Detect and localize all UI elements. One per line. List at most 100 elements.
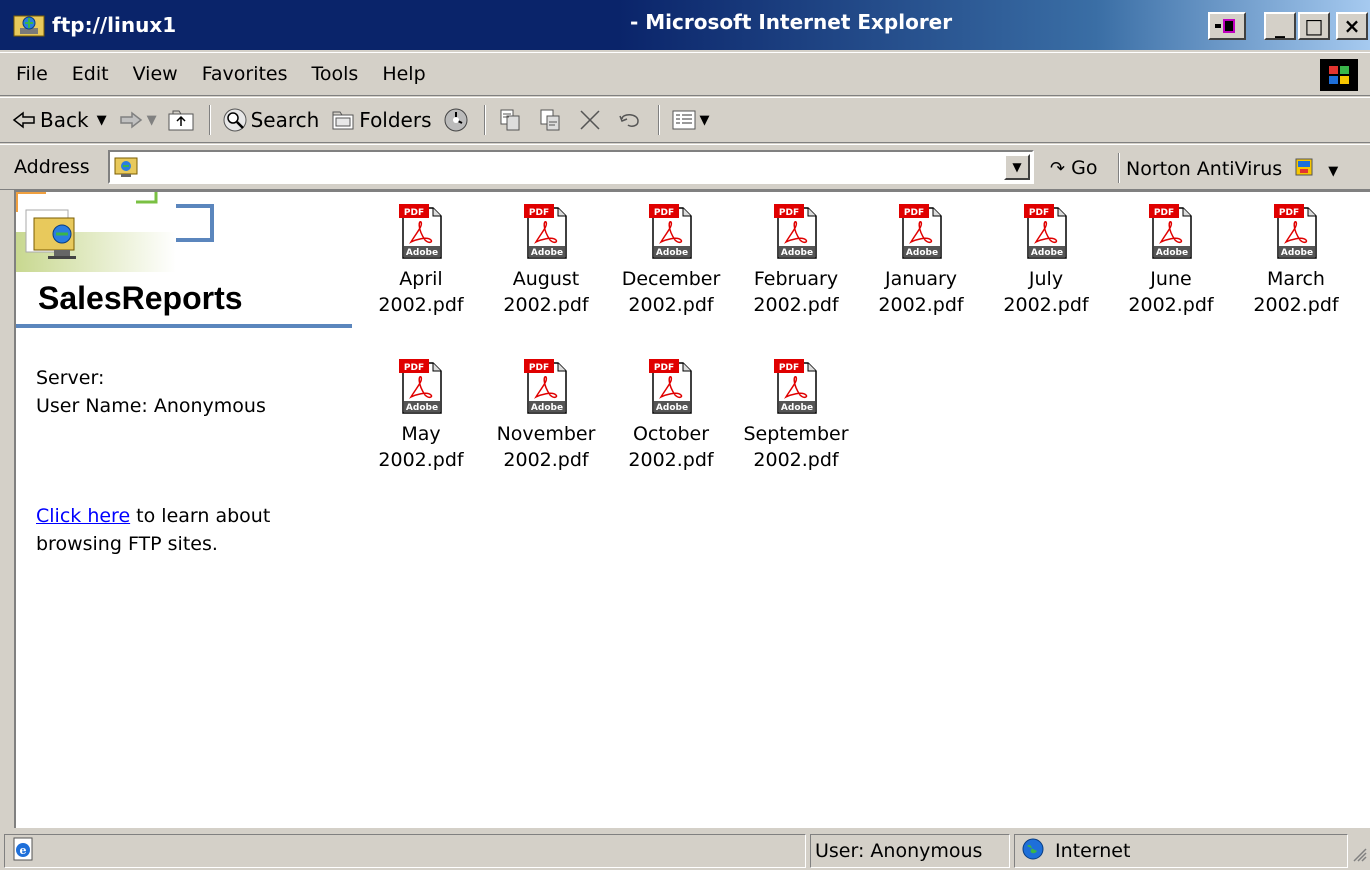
resize-grip-icon[interactable] — [1350, 845, 1368, 868]
file-name-line1: April — [399, 268, 443, 290]
toolbar-separator — [657, 105, 660, 135]
toolbar-separator — [208, 105, 211, 135]
pdf-badge-text: PDF — [404, 363, 424, 373]
move-to-button[interactable] — [496, 107, 526, 133]
forward-dropdown-icon[interactable]: ▼ — [147, 113, 157, 128]
file-name-line1: September — [743, 423, 849, 445]
history-button[interactable] — [442, 107, 472, 133]
status-zone-panel: Internet — [1014, 834, 1348, 868]
pdf-brand-text: Adobe — [406, 403, 438, 413]
file-name-line1: November — [496, 423, 596, 445]
file-item[interactable]: PDF Adobe January 2002.pdf — [866, 192, 976, 318]
connection-info: Server: User Name: Anonymous — [36, 364, 266, 420]
pdf-badge-text: PDF — [1029, 208, 1049, 218]
back-button[interactable]: Back ▼ — [10, 107, 107, 133]
back-label: Back — [40, 108, 89, 132]
file-item[interactable]: PDF Adobe February 2002.pdf — [741, 192, 851, 318]
folder-title: SalesReports — [38, 280, 243, 316]
pdf-brand-text: Adobe — [1156, 248, 1188, 258]
internet-globe-icon — [1021, 837, 1045, 866]
back-dropdown-icon[interactable]: ▼ — [97, 113, 107, 128]
pdf-badge-text: PDF — [904, 208, 924, 218]
pdf-brand-text: Adobe — [531, 403, 563, 413]
folders-button[interactable]: Folders — [329, 107, 432, 133]
menu-favorites[interactable]: Favorites — [202, 63, 288, 85]
file-name-line1: June — [1150, 268, 1192, 290]
windows-logo-icon — [1320, 59, 1358, 91]
maximize-icon: □ — [1304, 14, 1324, 38]
move-to-icon — [496, 107, 524, 133]
menu-view[interactable]: View — [133, 63, 178, 85]
file-name-line2: 2002.pdf — [1128, 294, 1214, 316]
banner-underline — [16, 324, 352, 328]
search-button[interactable]: Search — [221, 107, 320, 133]
ie-page-icon: e — [11, 836, 37, 867]
pdf-brand-text: Adobe — [406, 248, 438, 258]
norton-dropdown-icon[interactable]: ▼ — [1328, 164, 1338, 179]
menu-tools[interactable]: Tools — [312, 63, 359, 85]
search-label: Search — [250, 108, 320, 132]
file-item[interactable]: PDF Adobe December 2002.pdf — [616, 192, 726, 318]
help-link[interactable]: Click here — [36, 505, 130, 527]
file-name-line1: July — [1028, 268, 1064, 290]
status-user-panel: User: Anonymous — [810, 834, 1010, 868]
forward-button[interactable]: ▼ — [117, 107, 157, 133]
chevron-down-icon: ▼ — [1012, 160, 1022, 174]
file-item[interactable]: PDF Adobe October 2002.pdf — [616, 347, 726, 473]
toolbar-separator — [1118, 153, 1120, 183]
pdf-brand-text: Adobe — [1031, 248, 1063, 258]
file-item[interactable]: PDF Adobe March 2002.pdf — [1241, 192, 1351, 318]
pdf-brand-text: Adobe — [906, 248, 938, 258]
file-item[interactable]: PDF Adobe July 2002.pdf — [991, 192, 1101, 318]
search-icon — [221, 107, 249, 133]
views-button[interactable]: ▼ — [670, 107, 710, 133]
up-folder-button[interactable] — [167, 107, 197, 133]
file-name-line2: 2002.pdf — [628, 294, 714, 316]
file-name-line1: December — [621, 268, 721, 290]
file-name-line2: 2002.pdf — [878, 294, 964, 316]
file-item[interactable]: PDF Adobe April 2002.pdf — [366, 192, 476, 318]
delete-button[interactable] — [576, 107, 606, 133]
menu-help[interactable]: Help — [382, 63, 425, 85]
pdf-badge-text: PDF — [779, 363, 799, 373]
norton-antivirus-button[interactable]: Norton AntiVirus ▼ — [1126, 157, 1338, 182]
close-button[interactable]: × — [1336, 12, 1368, 40]
copy-to-button[interactable] — [536, 107, 566, 133]
title-bar[interactable]: ftp://linux1 - Microsoft Internet Explor… — [0, 0, 1370, 50]
up-folder-icon — [167, 107, 195, 133]
ftp-folder-icon[interactable] — [12, 8, 46, 42]
status-bar: e User: Anonymous Internet — [0, 830, 1370, 870]
go-button[interactable]: ↷ Go — [1050, 157, 1098, 179]
file-name-line1: March — [1267, 268, 1325, 290]
windows-flag-button[interactable] — [1208, 12, 1246, 40]
minimize-button[interactable]: _ — [1264, 12, 1296, 40]
ftp-globe-icon — [114, 155, 138, 184]
address-dropdown-button[interactable]: ▼ — [1004, 154, 1030, 180]
file-item[interactable]: PDF Adobe August 2002.pdf — [491, 192, 601, 318]
close-icon: × — [1343, 14, 1361, 38]
menu-file[interactable]: File — [16, 63, 48, 85]
pdf-file-icon: PDF Adobe — [522, 357, 570, 415]
file-item[interactable]: PDF Adobe June 2002.pdf — [1116, 192, 1226, 318]
window-title-address: ftp://linux1 — [52, 13, 177, 37]
pdf-badge-text: PDF — [654, 208, 674, 218]
pdf-file-icon: PDF Adobe — [1272, 202, 1320, 260]
delete-x-icon — [576, 107, 604, 133]
maximize-button[interactable]: □ — [1298, 12, 1330, 40]
pdf-file-icon: PDF Adobe — [772, 357, 820, 415]
undo-button[interactable] — [616, 107, 646, 133]
back-arrow-icon — [10, 107, 38, 133]
file-item[interactable]: PDF Adobe September 2002.pdf — [741, 347, 851, 473]
address-input[interactable]: ▼ — [108, 150, 1034, 184]
file-name-line1: January — [884, 268, 958, 290]
menu-edit[interactable]: Edit — [72, 63, 109, 85]
pdf-file-icon: PDF Adobe — [897, 202, 945, 260]
go-label: Go — [1071, 157, 1098, 179]
file-item[interactable]: PDF Adobe November 2002.pdf — [491, 347, 601, 473]
pdf-brand-text: Adobe — [531, 248, 563, 258]
file-item[interactable]: PDF Adobe May 2002.pdf — [366, 347, 476, 473]
forward-arrow-icon — [117, 107, 145, 133]
pdf-badge-text: PDF — [529, 208, 549, 218]
pdf-file-icon: PDF Adobe — [397, 202, 445, 260]
file-name-line1: August — [512, 268, 580, 290]
